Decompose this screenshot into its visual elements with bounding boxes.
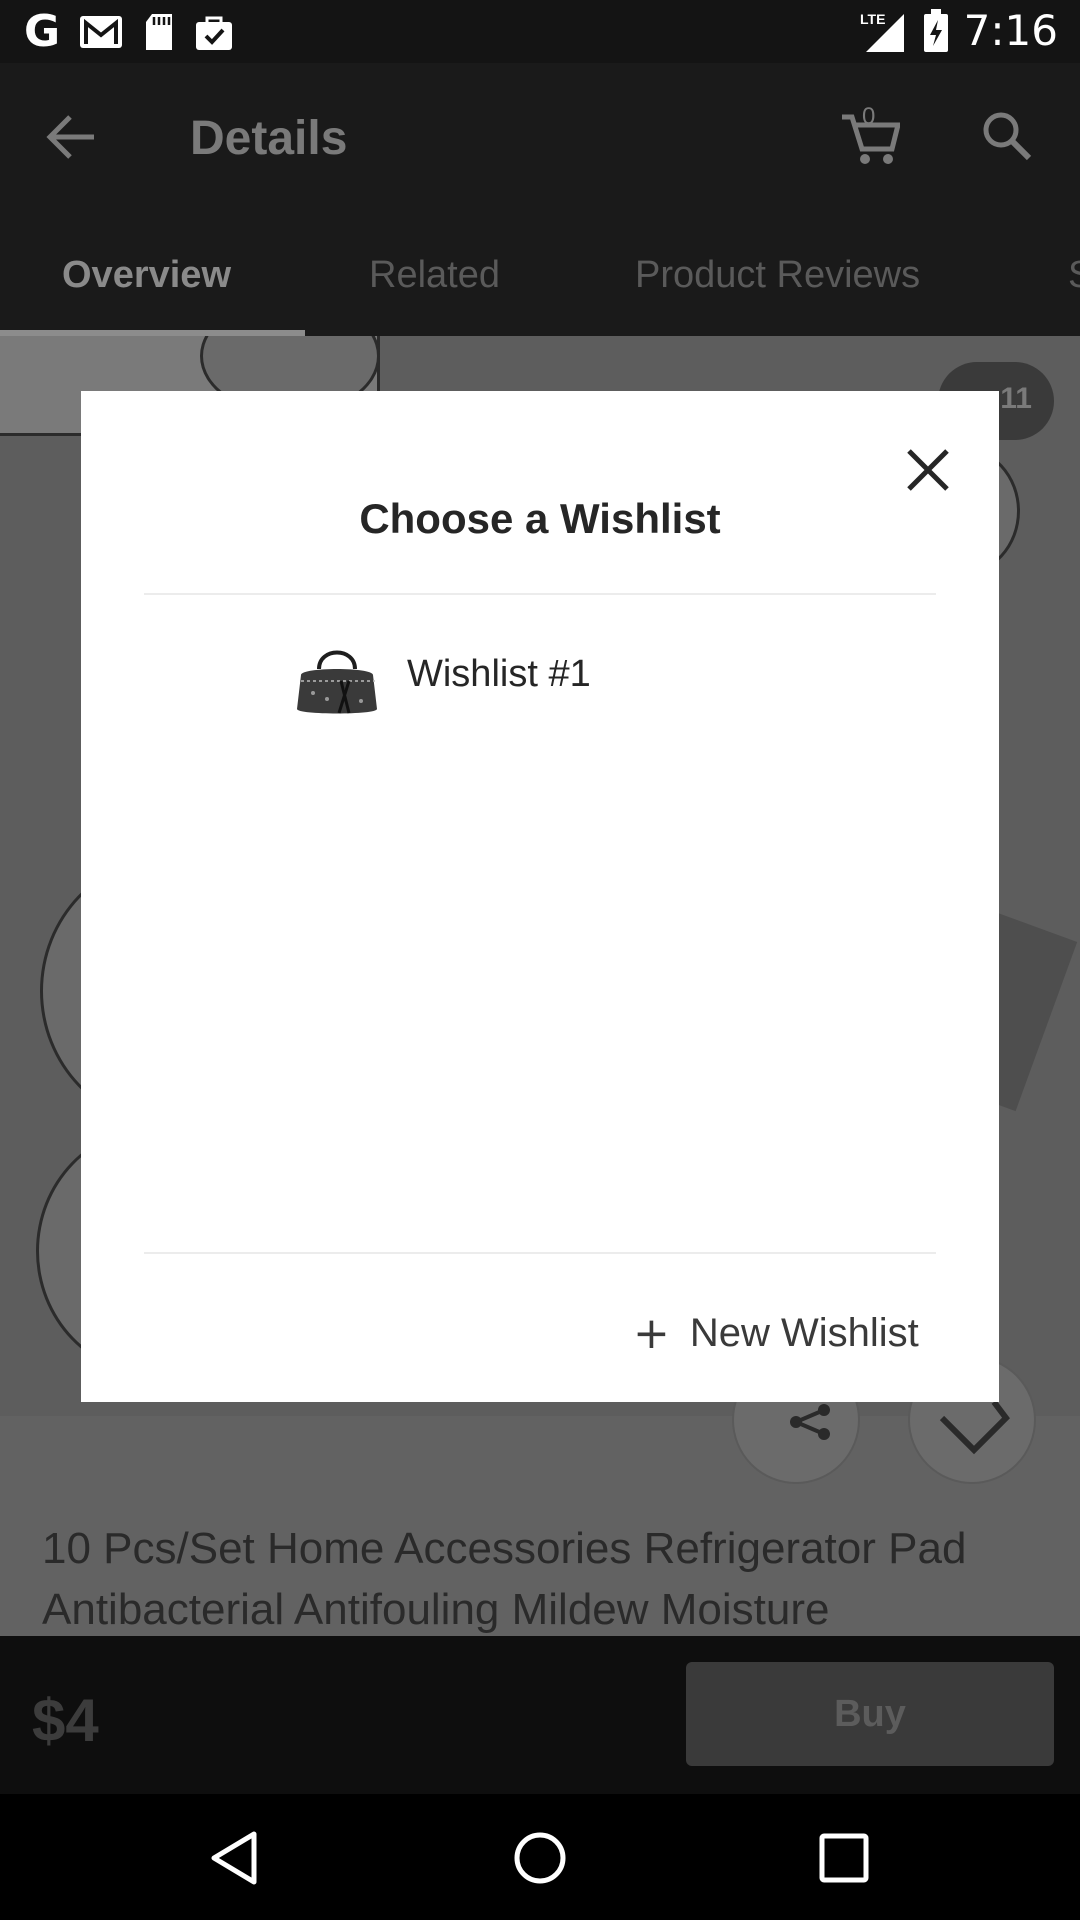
sd-card-icon xyxy=(146,14,173,50)
tab-partial[interactable]: S xyxy=(1068,254,1080,297)
signal-icon: LTE xyxy=(860,11,904,52)
tab-related[interactable]: Related xyxy=(369,254,500,297)
buy-button[interactable]: Buy xyxy=(686,1662,1054,1766)
back-nav-icon[interactable] xyxy=(204,1826,268,1890)
home-nav-icon[interactable] xyxy=(508,1826,572,1890)
shopping-bag-icon xyxy=(196,16,233,50)
gmail-icon xyxy=(80,16,123,48)
product-title: 10 Pcs/Set Home Accessories Refrigerator… xyxy=(42,1524,967,1634)
divider xyxy=(144,593,936,595)
system-navigation-bar xyxy=(0,1794,1080,1920)
svg-text:LTE: LTE xyxy=(860,11,885,27)
handbag-image xyxy=(297,650,377,714)
app-bar: Details 0 xyxy=(0,63,1080,210)
plus-icon: + xyxy=(633,1307,670,1359)
notification-icons: G xyxy=(24,10,234,54)
dialog-title: Choose a Wishlist xyxy=(359,495,721,542)
battery-charging-icon xyxy=(923,9,948,52)
wishlist-name: Wishlist #1 xyxy=(407,653,591,695)
choose-wishlist-dialog: Choose a Wishlist Wishlist #1 + New Wish… xyxy=(81,391,999,1402)
recents-nav-icon[interactable] xyxy=(812,1826,876,1890)
status-bar: G LTE 7:16 xyxy=(0,0,1080,63)
clock: 7:16 xyxy=(963,6,1058,55)
tab-product-reviews[interactable]: Product Reviews xyxy=(635,254,920,297)
arrow-left-icon[interactable] xyxy=(44,111,100,163)
new-wishlist-button[interactable]: + New Wishlist xyxy=(633,1301,919,1365)
google-icon: G xyxy=(24,6,61,57)
search-icon[interactable] xyxy=(980,109,1032,161)
close-icon[interactable] xyxy=(903,445,953,495)
page-title: Details xyxy=(190,112,348,165)
system-icons: LTE 7:16 xyxy=(858,6,1058,56)
new-wishlist-label: New Wishlist xyxy=(689,1310,919,1355)
tab-bar: Overview Related Product Reviews S xyxy=(0,210,1080,336)
cart-count-badge: 0 xyxy=(862,103,876,130)
divider xyxy=(144,1252,936,1254)
tab-overview[interactable]: Overview xyxy=(62,254,231,297)
product-price: $4 xyxy=(32,1687,99,1754)
